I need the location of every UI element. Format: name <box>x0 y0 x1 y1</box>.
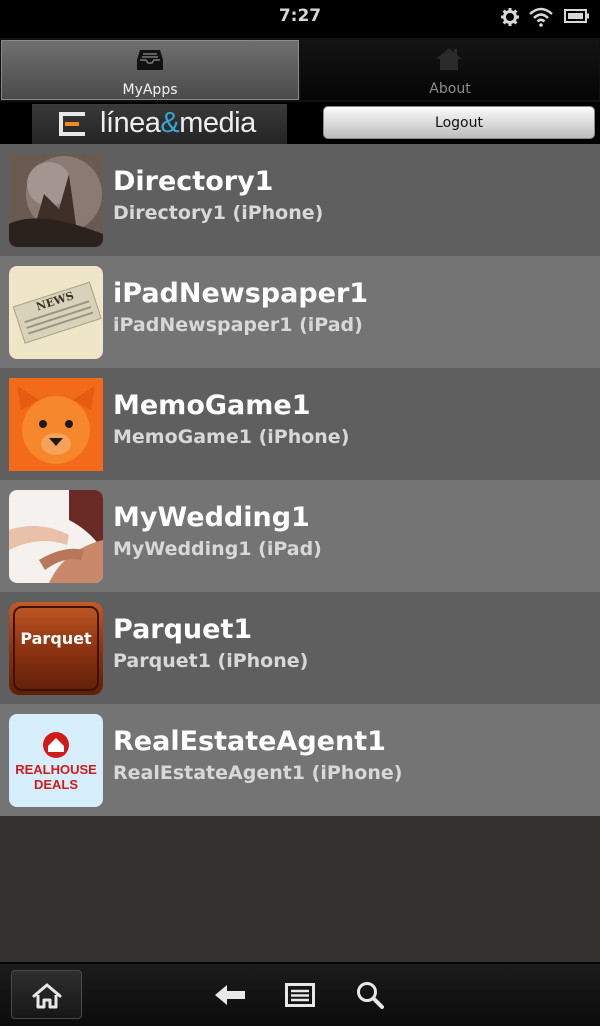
app-list: Directory1 Directory1 (iPhone) NEWS iPad… <box>0 144 600 816</box>
app-subtitle: Parquet1 (iPhone) <box>113 650 309 672</box>
list-item[interactable]: MyWedding1 MyWedding1 (iPad) <box>0 480 600 592</box>
app-title: Directory1 <box>113 166 274 197</box>
list-item[interactable]: MemoGame1 MemoGame1 (iPhone) <box>0 368 600 480</box>
app-title: iPadNewspaper1 <box>113 278 369 309</box>
brand-logo-text-amp: & <box>160 107 180 139</box>
list-item[interactable]: Directory1 Directory1 (iPhone) <box>0 144 600 256</box>
real-house-thumb-text-2: DEALS <box>34 777 78 792</box>
header-bar: línea&media Logout <box>0 102 600 144</box>
app-title: Parquet1 <box>113 614 253 645</box>
home-icon <box>32 983 62 1009</box>
app-title: RealEstateAgent1 <box>113 726 386 757</box>
app-subtitle: MemoGame1 (iPhone) <box>113 426 350 448</box>
settings-gear-icon <box>501 8 519 26</box>
inbox-tray-icon <box>137 50 163 70</box>
app-subtitle: iPadNewspaper1 (iPad) <box>113 314 363 336</box>
brand-logo-text: línea&media <box>100 107 256 140</box>
app-thumbnail-real-house-deals: REALHOUSE DEALS <box>9 714 103 807</box>
app-thumbnail-parquet-wood: Parquet <box>9 602 103 695</box>
tab-bar: MyApps About <box>0 38 600 102</box>
brand-logo: línea&media <box>32 104 287 144</box>
tab-about[interactable]: About <box>301 40 599 100</box>
app-subtitle: MyWedding1 (iPad) <box>113 538 322 560</box>
back-arrow-icon[interactable] <box>214 983 246 1007</box>
status-bar: 7:27 <box>0 0 600 38</box>
list-item[interactable]: NEWS iPadNewspaper1 iPadNewspaper1 (iPad… <box>0 256 600 368</box>
app-thumbnail-tree-photo <box>9 154 103 247</box>
app-thumbnail-newspaper: NEWS <box>9 266 103 359</box>
menu-icon[interactable] <box>285 983 315 1007</box>
app-title: MyWedding1 <box>113 502 310 533</box>
tab-myapps[interactable]: MyApps <box>1 40 299 100</box>
list-item[interactable]: Parquet Parquet1 Parquet1 (iPhone) <box>0 592 600 704</box>
tab-myapps-label: MyApps <box>122 82 178 98</box>
app-title: MemoGame1 <box>113 390 311 421</box>
app-thumbnail-wedding-hands <box>9 490 103 583</box>
house-icon <box>436 48 462 70</box>
real-house-thumb-text-1: REALHOUSE <box>15 762 97 777</box>
parquet-thumb-text: Parquet <box>20 629 92 648</box>
app-subtitle: Directory1 (iPhone) <box>113 202 324 224</box>
brand-logo-mark-icon <box>59 112 85 136</box>
app-thumbnail-orange-bear <box>9 378 103 471</box>
logout-button[interactable]: Logout <box>323 106 595 139</box>
search-icon[interactable] <box>356 981 384 1009</box>
wifi-icon <box>529 7 553 27</box>
brand-logo-text-main: línea <box>100 107 161 139</box>
battery-icon <box>564 9 589 23</box>
bottom-nav-bar <box>0 962 600 1026</box>
brand-logo-text-end: media <box>179 107 256 139</box>
home-button[interactable] <box>11 970 82 1019</box>
app-subtitle: RealEstateAgent1 (iPhone) <box>113 762 403 784</box>
list-item[interactable]: REALHOUSE DEALS RealEstateAgent1 RealEst… <box>0 704 600 816</box>
tab-about-label: About <box>429 81 471 97</box>
